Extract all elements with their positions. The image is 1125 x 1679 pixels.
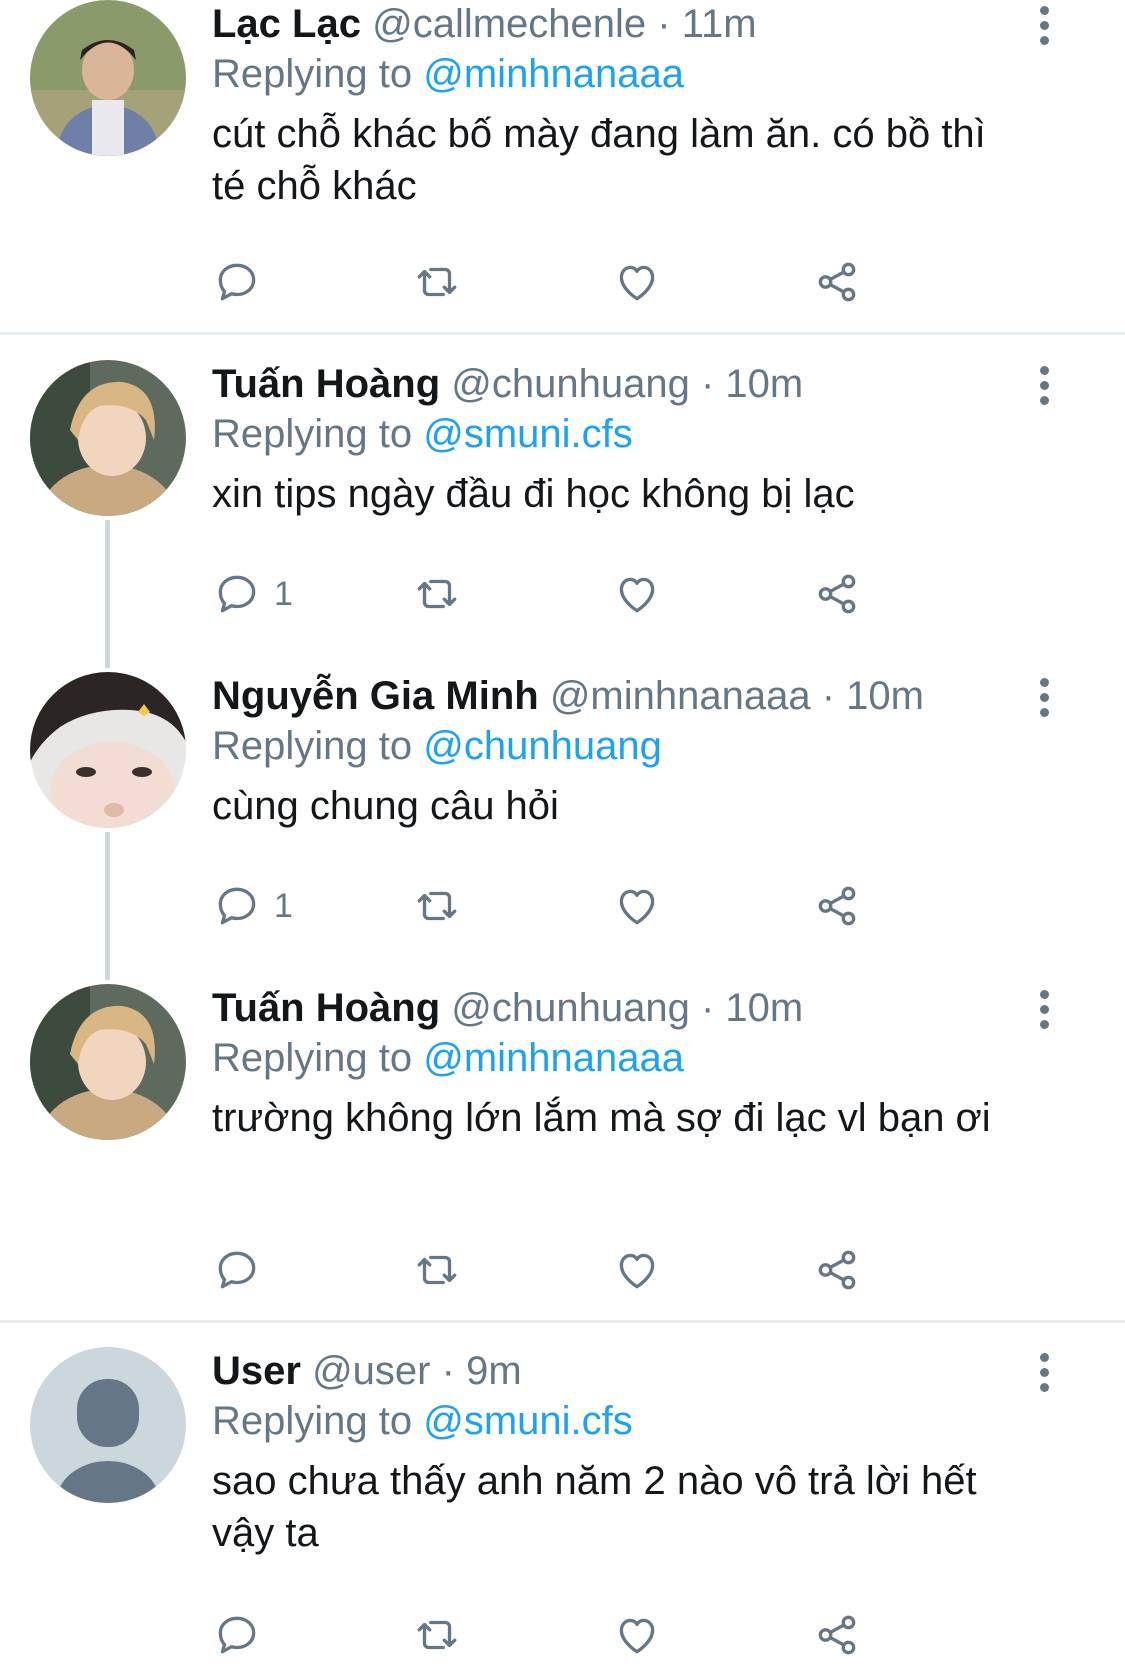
like-button[interactable] — [612, 568, 662, 620]
like-icon — [619, 265, 655, 301]
replying-to-link[interactable]: @minhnanaaa — [423, 1036, 684, 1080]
avatar[interactable] — [30, 0, 186, 156]
replying-to-link[interactable]: @smuni.cfs — [423, 1399, 633, 1443]
reply-icon — [218, 575, 256, 613]
tweet-text: sao chưa thấy anh năm 2 nào vô trả lời h… — [212, 1459, 977, 1555]
like-icon — [619, 889, 655, 925]
more-icon[interactable] — [1030, 366, 1058, 410]
reply-button[interactable] — [212, 256, 274, 308]
tweet-text: cút chỗ khác bố mày đang làm ăn. có bồ t… — [212, 112, 986, 208]
replying-to-link[interactable]: @minhnanaaa — [423, 52, 684, 96]
separator: · — [700, 986, 715, 1030]
share-icon — [818, 1250, 856, 1290]
handle[interactable]: @minhnanaaa — [550, 674, 811, 718]
retweet-icon — [417, 1620, 457, 1650]
share-button[interactable] — [812, 1244, 862, 1296]
handle[interactable]: @chunhuang — [451, 986, 690, 1030]
replying-label: Replying to — [212, 1399, 413, 1443]
reply-button[interactable] — [212, 1244, 274, 1296]
retweet-button[interactable] — [412, 880, 462, 932]
more-icon[interactable] — [1030, 6, 1058, 50]
default-avatar-icon — [30, 1347, 186, 1503]
retweet-icon — [417, 1255, 457, 1285]
thread-line — [105, 520, 110, 668]
separator: · — [657, 2, 671, 46]
like-icon — [619, 1253, 655, 1289]
avatar[interactable] — [30, 1347, 186, 1503]
retweet-button[interactable] — [412, 256, 462, 308]
avatar[interactable] — [30, 360, 186, 516]
tweet-text: xin tips ngày đầu đi học không bị lạc — [212, 472, 855, 516]
retweet-button[interactable] — [412, 1244, 462, 1296]
display-name[interactable]: Lạc Lạc — [212, 2, 361, 46]
replying-label: Replying to — [212, 724, 413, 768]
like-icon — [619, 1618, 655, 1654]
like-button[interactable] — [612, 256, 662, 308]
share-button[interactable] — [812, 880, 862, 932]
reply-button[interactable]: 1 — [212, 880, 293, 932]
replying-label: Replying to — [212, 412, 413, 456]
like-icon — [619, 577, 655, 613]
display-name[interactable]: Tuấn Hoàng — [212, 362, 440, 406]
retweet-icon — [417, 891, 457, 921]
retweet-button[interactable] — [412, 1609, 462, 1661]
share-icon — [818, 1615, 856, 1655]
reply-button[interactable]: 1 — [212, 568, 293, 620]
divider — [0, 1320, 1125, 1323]
replying-label: Replying to — [212, 1036, 413, 1080]
separator: · — [441, 1349, 455, 1393]
replying-to-link[interactable]: @smuni.cfs — [423, 412, 633, 456]
share-icon — [818, 262, 856, 302]
like-button[interactable] — [612, 880, 662, 932]
share-icon — [818, 886, 856, 926]
like-button[interactable] — [612, 1609, 662, 1661]
more-icon[interactable] — [1030, 1353, 1058, 1397]
reply-icon — [218, 263, 256, 301]
reply-icon — [218, 1251, 256, 1289]
display-name[interactable]: Nguyễn Gia Minh — [212, 674, 539, 718]
retweet-button[interactable] — [412, 568, 462, 620]
display-name[interactable]: User — [212, 1349, 301, 1393]
share-icon — [818, 574, 856, 614]
more-icon[interactable] — [1030, 990, 1058, 1034]
thread-line — [105, 832, 110, 980]
more-icon[interactable] — [1030, 678, 1058, 722]
reply-count: 1 — [274, 574, 293, 613]
tweet-text: cùng chung câu hỏi — [212, 784, 559, 828]
retweet-icon — [417, 267, 457, 297]
like-button[interactable] — [612, 1244, 662, 1296]
avatar[interactable] — [30, 672, 186, 828]
timestamp: 11m — [681, 2, 757, 46]
divider — [0, 332, 1125, 335]
timestamp: 10m — [725, 362, 804, 406]
reply-icon — [218, 1616, 256, 1654]
timestamp: 10m — [846, 674, 924, 718]
timestamp: 9m — [466, 1349, 522, 1393]
display-name[interactable]: Tuấn Hoàng — [212, 986, 440, 1030]
handle[interactable]: @user — [312, 1349, 430, 1393]
handle[interactable]: @callmechenle — [372, 2, 646, 46]
reply-button[interactable] — [212, 1609, 274, 1661]
share-button[interactable] — [812, 568, 862, 620]
avatar[interactable] — [30, 984, 186, 1140]
handle[interactable]: @chunhuang — [451, 362, 690, 406]
tweet-text: trường không lớn lắm mà sợ đi lạc vl bạn… — [212, 1096, 991, 1140]
timestamp: 10m — [725, 986, 804, 1030]
replying-label: Replying to — [212, 52, 413, 96]
share-button[interactable] — [812, 1609, 862, 1661]
reply-icon — [218, 887, 256, 925]
separator: · — [821, 674, 836, 718]
retweet-icon — [417, 579, 457, 609]
separator: · — [700, 362, 715, 406]
reply-count: 1 — [274, 886, 293, 925]
replying-to-link[interactable]: @chunhuang — [423, 724, 662, 768]
share-button[interactable] — [812, 256, 862, 308]
